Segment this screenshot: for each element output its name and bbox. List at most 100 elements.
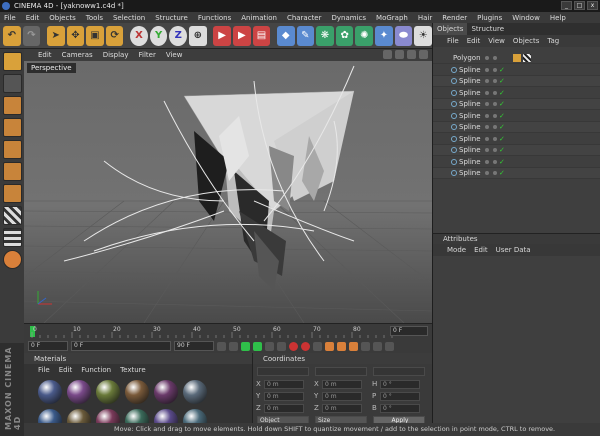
visibility-dot-icon[interactable]: [493, 56, 497, 60]
scale-icon[interactable]: ▣: [86, 25, 104, 46]
maximize-button[interactable]: □: [574, 1, 585, 10]
render-view-icon[interactable]: ▶: [213, 25, 231, 46]
visibility-dot-icon[interactable]: [485, 102, 489, 106]
attributes-menu-user-data[interactable]: User Data: [496, 246, 531, 254]
object-row-spline[interactable]: Spline ✓: [433, 87, 600, 99]
viewport-menu-display[interactable]: Display: [103, 51, 129, 59]
enabled-check-icon[interactable]: ✓: [499, 66, 505, 74]
objects-menu-objects[interactable]: Objects: [513, 37, 539, 45]
material-swatch[interactable]: [125, 380, 149, 404]
viewport-menu-cameras[interactable]: Cameras: [62, 51, 93, 59]
visibility-dot-icon[interactable]: [485, 67, 489, 72]
viewport-zoom-icon[interactable]: [395, 50, 404, 59]
autokey-icon[interactable]: [301, 341, 310, 351]
last-frame-icon[interactable]: [277, 341, 286, 351]
menu-plugins[interactable]: Plugins: [477, 14, 502, 22]
material-swatch[interactable]: [38, 380, 62, 404]
timeline-menu-icon[interactable]: [385, 341, 394, 351]
object-row-spline[interactable]: Spline ✓: [433, 99, 600, 110]
move-icon[interactable]: ✥: [66, 25, 85, 46]
viewport-menu-filter[interactable]: Filter: [139, 51, 156, 59]
menu-window[interactable]: Window: [512, 14, 540, 22]
array-icon[interactable]: ✿: [335, 25, 354, 46]
menu-hair[interactable]: Hair: [418, 14, 432, 22]
visibility-dot-icon[interactable]: [493, 67, 497, 72]
menu-dynamics[interactable]: Dynamics: [332, 14, 367, 22]
rotation-h-field[interactable]: 0 °: [380, 380, 420, 389]
visibility-dot-icon[interactable]: [485, 56, 489, 60]
visibility-dot-icon[interactable]: [485, 159, 489, 164]
viewport-rotate-icon[interactable]: [407, 50, 416, 59]
scene-icon[interactable]: ✦: [375, 25, 393, 46]
viewport-menu-view[interactable]: View: [166, 51, 183, 59]
object-row-spline[interactable]: Spline ✓: [433, 133, 600, 145]
next-key-icon[interactable]: [265, 341, 274, 351]
timeline[interactable]: 0102030405060708090 0 F: [24, 323, 432, 340]
visibility-dot-icon[interactable]: [493, 159, 497, 164]
visibility-dot-icon[interactable]: [493, 90, 497, 95]
start-frame-field[interactable]: 0 F: [71, 341, 171, 351]
visibility-dot-icon[interactable]: [485, 125, 489, 129]
visibility-dot-icon[interactable]: [493, 136, 497, 141]
enabled-check-icon[interactable]: ✓: [499, 123, 505, 131]
enabled-check-icon[interactable]: ✓: [499, 135, 505, 143]
visibility-dot-icon[interactable]: [485, 171, 489, 175]
materials-menu-file[interactable]: File: [38, 366, 50, 374]
first-frame-icon[interactable]: [217, 341, 226, 351]
spline-pen-icon[interactable]: ✎: [296, 25, 315, 46]
materials-menu-texture[interactable]: Texture: [120, 366, 146, 374]
object-row-spline[interactable]: Spline ✓: [433, 145, 600, 156]
enabled-check-icon[interactable]: ✓: [499, 169, 505, 177]
objects-menu-view[interactable]: View: [488, 37, 505, 45]
visibility-dot-icon[interactable]: [493, 171, 497, 175]
rotate-icon[interactable]: ⟳: [105, 25, 124, 46]
menu-structure[interactable]: Structure: [155, 14, 188, 22]
use-object-tool-icon[interactable]: [2, 74, 22, 93]
rotation-key-icon[interactable]: [349, 341, 358, 351]
param-key-icon[interactable]: [361, 341, 370, 351]
viewport-menu-edit[interactable]: Edit: [38, 51, 52, 59]
rotation-b-field[interactable]: 0 °: [380, 404, 420, 413]
play-backward-icon[interactable]: [241, 341, 250, 351]
texture-tag-icon[interactable]: [523, 54, 531, 62]
timeline-end-frame[interactable]: 0 F: [390, 326, 428, 336]
enabled-check-icon[interactable]: ✓: [499, 158, 505, 166]
light-icon[interactable]: ☀: [414, 25, 433, 46]
objects-menu-tag[interactable]: Tag: [547, 37, 559, 45]
visibility-dot-icon[interactable]: [493, 125, 497, 129]
viewport-maximize-icon[interactable]: [419, 50, 428, 59]
menu-functions[interactable]: Functions: [198, 14, 231, 22]
menu-animation[interactable]: Animation: [241, 14, 277, 22]
camera-icon[interactable]: ⬬: [394, 25, 413, 46]
z-axis-button[interactable]: Z: [169, 25, 188, 46]
points-tool-icon[interactable]: [2, 140, 22, 159]
enabled-check-icon[interactable]: ✓: [499, 112, 505, 120]
x-axis-button[interactable]: X: [130, 25, 148, 46]
object-row-spline[interactable]: Spline ✓: [433, 76, 600, 87]
visibility-dot-icon[interactable]: [485, 90, 489, 95]
use-texture-tool-icon[interactable]: [2, 96, 22, 115]
checker-tool-icon[interactable]: [2, 206, 22, 225]
tab-structure[interactable]: Structure: [467, 23, 508, 35]
render-picture-viewer-icon[interactable]: ▶: [232, 25, 251, 46]
materials-menu-edit[interactable]: Edit: [59, 366, 73, 374]
size-y-field[interactable]: 0 m: [322, 392, 362, 401]
render-settings-icon[interactable]: ▤: [252, 25, 271, 46]
scale-key-icon[interactable]: [337, 341, 346, 351]
attributes-menu-mode[interactable]: Mode: [447, 246, 466, 254]
current-frame-field[interactable]: 0 F: [28, 341, 68, 351]
viewport-move-icon[interactable]: [383, 50, 392, 59]
menu-file[interactable]: File: [4, 14, 16, 22]
minimize-button[interactable]: _: [561, 1, 572, 10]
objects-menu-file[interactable]: File: [447, 37, 459, 45]
redo-icon[interactable]: ↷: [22, 25, 41, 46]
material-swatch[interactable]: [154, 380, 178, 404]
visibility-dot-icon[interactable]: [485, 79, 489, 83]
size-x-field[interactable]: 0 m: [322, 380, 362, 389]
enabled-check-icon[interactable]: ✓: [499, 77, 505, 85]
texture-tag-icon[interactable]: [513, 54, 521, 62]
use-axis-tool-icon[interactable]: [2, 118, 22, 137]
position-x-field[interactable]: 0 m: [264, 380, 304, 389]
rotation-p-field[interactable]: 0 °: [380, 392, 420, 401]
enabled-check-icon[interactable]: ✓: [499, 89, 505, 97]
